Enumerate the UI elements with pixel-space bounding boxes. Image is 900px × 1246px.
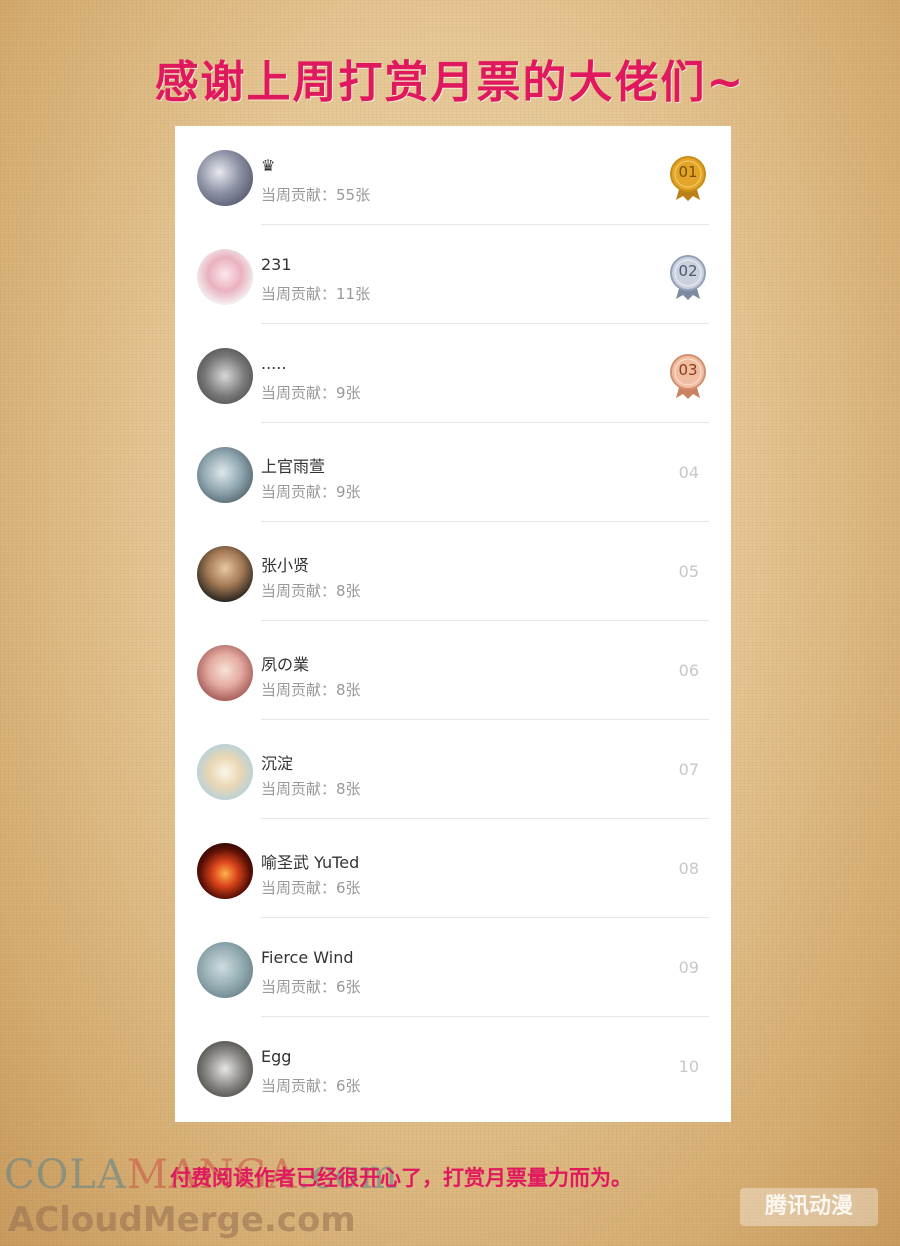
acloudmerge-watermark: ACloudMerge.com <box>8 1200 356 1240</box>
banner-title: 感谢上周打赏月票的大佬们~ <box>154 57 746 108</box>
rank-number: 09 <box>678 958 699 977</box>
avatar <box>197 546 253 602</box>
list-item[interactable]: Egg 当周贡献：6张 10 <box>175 1017 731 1116</box>
avatar <box>197 1041 253 1097</box>
leaderboard-card: ♛ 当周贡献：55张 01 231 当周贡献：11张 02 ..... 当周贡献… <box>175 126 731 1122</box>
rank-number: 08 <box>678 859 699 878</box>
avatar <box>197 843 253 899</box>
contribution-count: 当周贡献：55张 <box>261 186 371 204</box>
contribution-count: 当周贡献：9张 <box>261 483 361 501</box>
list-item[interactable]: 张小贤 当周贡献：8张 05 <box>175 522 731 621</box>
contribution-count: 当周贡献：6张 <box>261 879 361 897</box>
username: ..... <box>261 354 287 373</box>
username: 喻圣武 YuTed <box>261 853 360 872</box>
contribution-count: 当周贡献：8张 <box>261 582 361 600</box>
username: 张小贤 <box>261 556 310 575</box>
contribution-count: 当周贡献：6张 <box>261 978 361 996</box>
username: ♛ <box>261 156 276 175</box>
list-item[interactable]: 沉淀 当周贡献：8张 07 <box>175 720 731 819</box>
avatar <box>197 249 253 305</box>
avatar <box>197 744 253 800</box>
username: 夙の業 <box>261 655 310 674</box>
contribution-count: 当周贡献：8张 <box>261 681 361 699</box>
rank-number: 07 <box>678 760 699 779</box>
contribution-count: 当周贡献：8张 <box>261 780 361 798</box>
rank-number: 04 <box>678 463 699 482</box>
contribution-count: 当周贡献：11张 <box>261 285 371 303</box>
username: 沉淀 <box>261 754 294 773</box>
avatar <box>197 447 253 503</box>
contribution-count: 当周贡献：9张 <box>261 384 361 402</box>
list-item[interactable]: ♛ 当周贡献：55张 01 <box>175 126 731 225</box>
watermark-part: COLA <box>4 1152 127 1198</box>
username: Egg <box>261 1047 292 1066</box>
list-item[interactable]: 喻圣武 YuTed 当周贡献：6张 08 <box>175 819 731 918</box>
username: Fierce Wind <box>261 948 354 967</box>
contribution-count: 当周贡献：6张 <box>261 1077 361 1095</box>
platform-watermark: 腾讯动漫 <box>740 1188 878 1226</box>
avatar <box>197 348 253 404</box>
gold-medal-icon: 01 <box>669 156 707 202</box>
rank-number: 01 <box>678 163 698 181</box>
rank-number: 03 <box>678 361 698 379</box>
list-item[interactable]: 上官雨萱 当周贡献：9张 04 <box>175 423 731 522</box>
bronze-medal-icon: 03 <box>669 354 707 400</box>
list-item[interactable]: Fierce Wind 当周贡献：6张 09 <box>175 918 731 1017</box>
rank-number: 06 <box>678 661 699 680</box>
avatar <box>197 942 253 998</box>
rank-number: 10 <box>678 1057 699 1076</box>
list-item[interactable]: 夙の業 当周贡献：8张 06 <box>175 621 731 720</box>
avatar <box>197 150 253 206</box>
rank-number: 05 <box>678 562 699 581</box>
footer-note: 付费阅读作者已经很开心了，打赏月票量力而为。 <box>170 1166 632 1190</box>
username: 上官雨萱 <box>261 457 326 476</box>
rank-number: 02 <box>678 262 698 280</box>
list-item[interactable]: 231 当周贡献：11张 02 <box>175 225 731 324</box>
silver-medal-icon: 02 <box>669 255 707 301</box>
avatar <box>197 645 253 701</box>
username: 231 <box>261 255 292 274</box>
list-item[interactable]: ..... 当周贡献：9张 03 <box>175 324 731 423</box>
